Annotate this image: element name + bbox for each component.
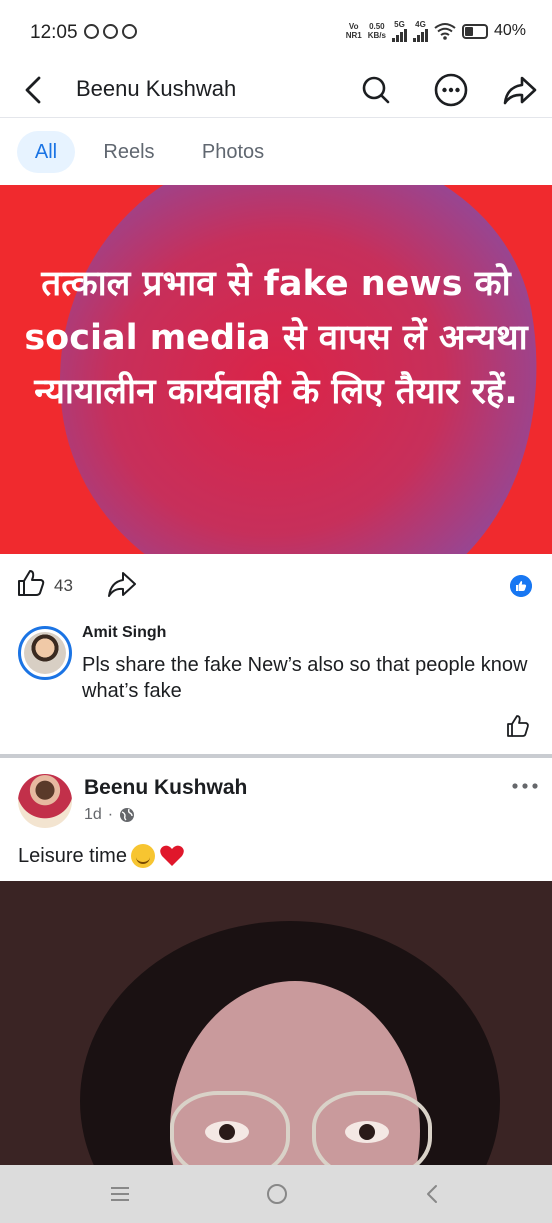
heart-emoji [160, 845, 184, 866]
tab-reels[interactable]: Reels [94, 131, 164, 173]
network-speed: 0.50 KB/s [367, 22, 386, 40]
caption-text: Leisure time [18, 844, 127, 867]
notification-icons [84, 24, 137, 39]
smile-emoji [130, 844, 155, 868]
share-icon[interactable] [500, 70, 540, 110]
post-caption: Leisure time [18, 844, 185, 868]
wifi-icon [434, 23, 456, 40]
system-nav-bar [0, 1165, 552, 1223]
post-more-icon[interactable] [508, 774, 542, 798]
glasses [170, 1091, 290, 1165]
search-icon[interactable] [356, 70, 396, 110]
comment-text: Pls share the fake New’s also so that pe… [82, 654, 528, 702]
signal-4g: 4G [412, 20, 428, 42]
facebook-icon [122, 24, 137, 39]
share-post-icon[interactable] [106, 570, 138, 598]
status-time: 12:05 [30, 22, 78, 43]
page-header: Beenu Kushwah [0, 62, 552, 118]
comment-author[interactable]: Amit Singh [82, 624, 166, 642]
app-notification-icon [103, 24, 118, 39]
menu-icon[interactable] [107, 1181, 133, 1207]
signal-5g: 5G [391, 20, 407, 42]
tab-photos[interactable]: Photos [190, 131, 276, 173]
post-photo[interactable] [0, 881, 552, 1165]
post-image[interactable]: तत्काल प्रभाव से fake news को social med… [0, 185, 552, 554]
battery-icon [461, 23, 488, 39]
post-time[interactable]: 1d [84, 806, 102, 824]
post-image-text: तत्काल प्रभाव से fake news को social med… [24, 264, 528, 412]
more-icon[interactable] [431, 70, 471, 110]
profile-tabs: All Reels Photos [0, 118, 552, 184]
home-icon[interactable] [264, 1181, 290, 1207]
page-title: Beenu Kushwah [76, 76, 237, 101]
like-icon[interactable] [16, 568, 46, 598]
whatsapp-icon [84, 24, 99, 39]
back-icon[interactable] [16, 72, 52, 108]
volte-indicator: Vo NR1 [345, 22, 362, 40]
post-author-name[interactable]: Beenu Kushwah [84, 776, 247, 800]
battery-percent: 40% [493, 22, 526, 39]
comment-avatar[interactable] [18, 626, 72, 680]
back-nav-icon[interactable] [420, 1181, 446, 1207]
comment: Amit Singh Pls share the fake New’s also… [0, 614, 552, 754]
meta-separator: · [107, 806, 114, 823]
like-reaction-icon[interactable] [510, 575, 532, 597]
globe-icon [120, 808, 135, 822]
post-actions: 43 [0, 556, 552, 614]
comment-like-icon[interactable] [506, 714, 530, 738]
post-meta: 1d · [84, 806, 135, 824]
like-count: 43 [54, 576, 73, 595]
post-author-avatar[interactable] [18, 774, 72, 828]
status-bar: 12:05 Vo NR1 0.50 KB/s 5G 4G 40% [0, 0, 552, 62]
tab-all[interactable]: All [17, 131, 75, 173]
status-indicators: Vo NR1 0.50 KB/s 5G 4G 40% [346, 20, 526, 42]
post-divider [0, 754, 552, 758]
